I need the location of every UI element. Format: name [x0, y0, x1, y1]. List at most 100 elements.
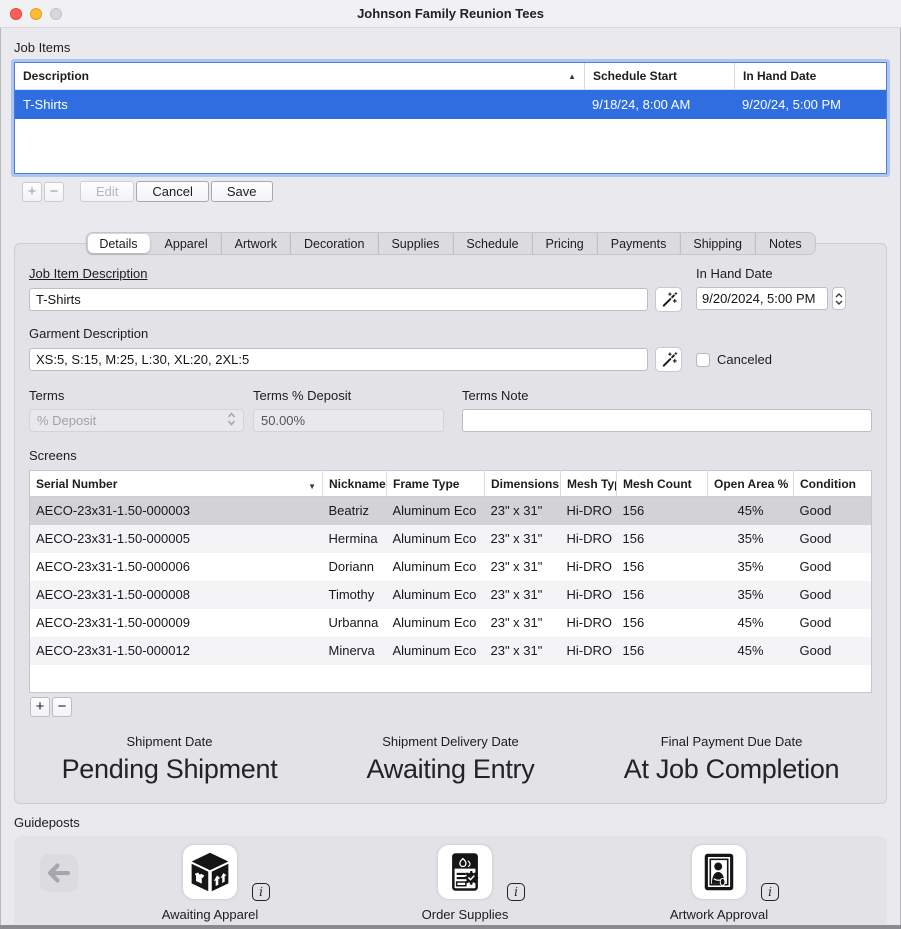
screens-table-row[interactable]: AECO-23x31-1.50-000012MinervaAluminum Ec… — [30, 637, 872, 665]
job-items-header: Description ▲ Schedule Start In Hand Dat… — [15, 63, 886, 90]
autofill-description-button[interactable] — [655, 287, 682, 312]
shipment-date-value: Pending Shipment — [29, 754, 310, 785]
back-button[interactable] — [40, 854, 78, 892]
column-header-in-hand-date[interactable]: In Hand Date — [734, 63, 886, 89]
shipment-delivery-date-label: Shipment Delivery Date — [310, 734, 591, 749]
screens-cell: Aluminum Eco — [387, 637, 485, 665]
screens-table-row[interactable]: AECO-23x31-1.50-000006DoriannAluminum Ec… — [30, 553, 872, 581]
minimize-window-icon[interactable] — [30, 8, 42, 20]
job-item-schedule-start-cell: 9/18/24, 8:00 AM — [584, 90, 734, 119]
cancel-button[interactable]: Cancel — [136, 181, 208, 202]
tab-schedule[interactable]: Schedule — [452, 233, 531, 254]
screens-cell: Hi-DRO — [561, 637, 617, 665]
magic-wand-icon — [660, 351, 678, 369]
remove-screen-button[interactable]: − — [52, 697, 72, 717]
order-supplies-info-icon[interactable]: i — [507, 883, 525, 901]
terms-deposit-label: Terms % Deposit — [253, 388, 444, 403]
job-items-empty-area[interactable] — [15, 119, 886, 173]
screens-table-row[interactable]: AECO-23x31-1.50-000003BeatrizAluminum Ec… — [30, 497, 872, 525]
select-chevrons-icon — [227, 412, 236, 426]
autofill-garment-button[interactable] — [655, 347, 682, 372]
screens-cell: Timothy — [323, 581, 387, 609]
column-header-dimensions[interactable]: Dimensions — [485, 471, 561, 497]
screens-cell: 156 — [617, 581, 708, 609]
screens-cell: 45% — [708, 637, 794, 665]
terms-note-input[interactable] — [462, 409, 872, 432]
screens-cell: Hi-DRO — [561, 609, 617, 637]
details-panel: Job Item Description — [14, 243, 887, 804]
screens-cell: AECO-23x31-1.50-000003 — [30, 497, 323, 525]
remove-job-item-button[interactable]: − — [44, 182, 64, 202]
screens-cell: 23" x 31" — [485, 581, 561, 609]
job-item-description-input[interactable] — [29, 288, 648, 311]
screens-table[interactable]: Serial Number ▼ Nickname Frame Type Dime… — [29, 470, 872, 693]
save-button[interactable]: Save — [211, 181, 273, 202]
screens-cell: Good — [794, 581, 872, 609]
screens-table-row[interactable]: AECO-23x31-1.50-000005HerminaAluminum Ec… — [30, 525, 872, 553]
guidepost-order-supplies-button[interactable] — [438, 845, 492, 899]
screens-table-row[interactable]: AECO-23x31-1.50-000008TimothyAluminum Ec… — [30, 581, 872, 609]
job-items-label: Job Items — [14, 40, 887, 55]
guidepost-awaiting-apparel-button[interactable] — [183, 845, 237, 899]
screens-table-body: AECO-23x31-1.50-000003BeatrizAluminum Ec… — [30, 497, 872, 665]
screens-cell: AECO-23x31-1.50-000012 — [30, 637, 323, 665]
column-header-serial-number[interactable]: Serial Number ▼ — [30, 471, 323, 497]
tab-bar: DetailsApparelArtworkDecorationSuppliesS… — [85, 232, 815, 255]
app-window: Johnson Family Reunion Tees Job Items De… — [0, 0, 901, 929]
screens-cell: 45% — [708, 609, 794, 637]
guidepost-artwork-approval-button[interactable] — [692, 845, 746, 899]
awaiting-apparel-info-icon[interactable]: i — [252, 883, 270, 901]
tab-pricing[interactable]: Pricing — [532, 233, 597, 254]
terms-select: % Deposit — [29, 409, 244, 432]
tab-apparel[interactable]: Apparel — [151, 233, 221, 254]
terms-label: Terms — [29, 388, 244, 403]
screens-cell: AECO-23x31-1.50-000005 — [30, 525, 323, 553]
tab-artwork[interactable]: Artwork — [221, 233, 290, 254]
column-header-nickname[interactable]: Nickname — [323, 471, 387, 497]
tab-payments[interactable]: Payments — [597, 233, 680, 254]
screens-cell: Hi-DRO — [561, 497, 617, 525]
screens-cell: 23" x 31" — [485, 497, 561, 525]
column-header-mesh-count[interactable]: Mesh Count — [617, 471, 708, 497]
garment-description-input[interactable] — [29, 348, 648, 371]
column-header-schedule-start[interactable]: Schedule Start — [584, 63, 734, 89]
add-job-item-button[interactable]: + — [22, 182, 42, 202]
column-header-mesh-type[interactable]: Mesh Type — [561, 471, 617, 497]
tab-details[interactable]: Details — [87, 234, 149, 253]
screens-cell: 23" x 31" — [485, 553, 561, 581]
job-item-description-label[interactable]: Job Item Description — [29, 266, 682, 281]
screens-cell: 35% — [708, 553, 794, 581]
artwork-approval-info-icon[interactable]: i — [761, 883, 779, 901]
screens-table-row[interactable]: AECO-23x31-1.50-000009UrbannaAluminum Ec… — [30, 609, 872, 637]
close-window-icon[interactable] — [10, 8, 22, 20]
guidepost-artwork-approval-label: Artwork Approval — [609, 907, 829, 922]
job-items-table[interactable]: Description ▲ Schedule Start In Hand Dat… — [14, 62, 887, 174]
screens-cell: AECO-23x31-1.50-000008 — [30, 581, 323, 609]
garment-description-label: Garment Description — [29, 326, 682, 341]
shipment-delivery-date-value: Awaiting Entry — [310, 754, 591, 785]
screens-cell: AECO-23x31-1.50-000006 — [30, 553, 323, 581]
job-item-row-selected[interactable]: T-Shirts 9/18/24, 8:00 AM 9/20/24, 5:00 … — [15, 90, 886, 119]
screens-cell: Hi-DRO — [561, 581, 617, 609]
window-title: Johnson Family Reunion Tees — [357, 6, 544, 21]
column-header-condition[interactable]: Condition — [794, 471, 872, 497]
tab-notes[interactable]: Notes — [755, 233, 815, 254]
terms-note-label: Terms Note — [462, 388, 872, 403]
in-hand-date-input[interactable]: 9/20/2024, 5:00 PM — [696, 287, 828, 310]
add-screen-button[interactable]: + — [30, 697, 50, 717]
tab-decoration[interactable]: Decoration — [290, 233, 377, 254]
tab-supplies[interactable]: Supplies — [377, 233, 452, 254]
window-bottom-edge — [0, 925, 901, 929]
screens-cell: Good — [794, 609, 872, 637]
column-header-description[interactable]: Description ▲ — [15, 63, 584, 89]
column-header-open-area[interactable]: Open Area % — [708, 471, 794, 497]
canceled-checkbox[interactable] — [696, 353, 710, 367]
column-header-frame-type[interactable]: Frame Type — [387, 471, 485, 497]
canceled-checkbox-group[interactable]: Canceled — [696, 347, 772, 372]
guidepost-awaiting-apparel-label: Awaiting Apparel — [100, 907, 320, 922]
title-bar: Johnson Family Reunion Tees — [0, 0, 901, 28]
tab-shipping[interactable]: Shipping — [679, 233, 755, 254]
screens-label: Screens — [29, 448, 872, 463]
screens-cell: Aluminum Eco — [387, 581, 485, 609]
date-stepper[interactable] — [832, 287, 846, 310]
